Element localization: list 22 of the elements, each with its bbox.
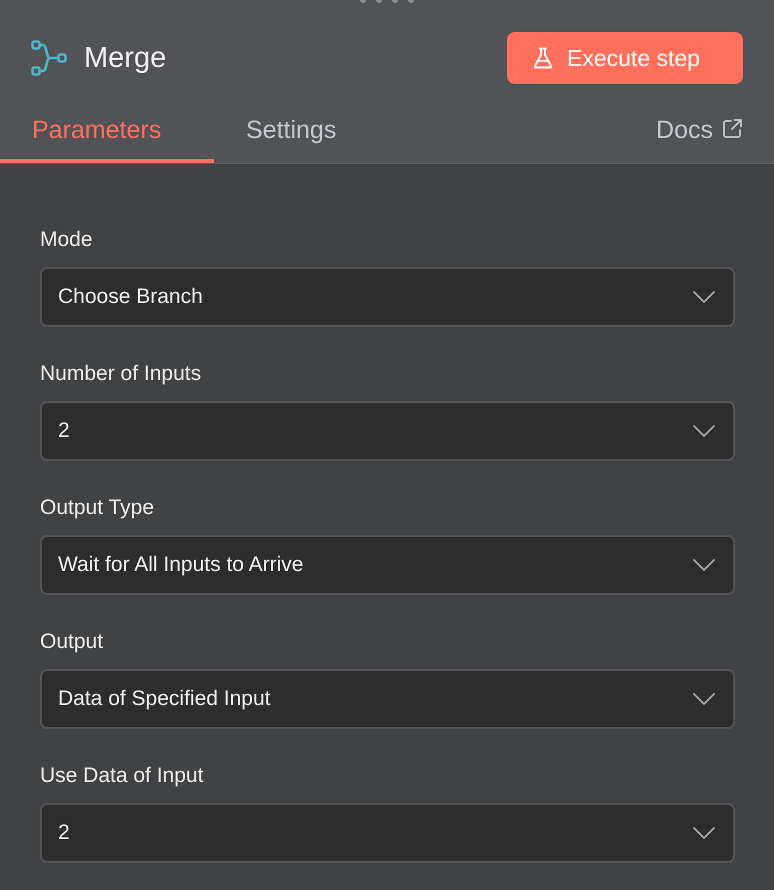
flask-icon bbox=[533, 47, 553, 69]
select-field[interactable]: Choose Branch bbox=[40, 267, 735, 327]
chevron-down-icon bbox=[693, 291, 715, 303]
field-label: Output bbox=[40, 629, 104, 655]
chevron-down-icon bbox=[693, 827, 715, 839]
select-field[interactable]: 2 bbox=[40, 401, 735, 461]
node-title: Merge bbox=[84, 42, 166, 74]
select-field[interactable]: Data of Specified Input bbox=[40, 669, 735, 729]
chevron-down-icon bbox=[693, 425, 715, 437]
tab[interactable]: Settings bbox=[214, 84, 368, 163]
select-field[interactable]: Wait for All Inputs to Arrive bbox=[40, 535, 735, 595]
field-label: Mode bbox=[40, 227, 93, 253]
field-label: Use Data of Input bbox=[40, 763, 204, 789]
chevron-down-icon bbox=[693, 693, 715, 705]
external-link-icon[interactable] bbox=[723, 119, 742, 138]
select-field[interactable]: 2 bbox=[40, 803, 735, 863]
field-label: Number of Inputs bbox=[40, 361, 202, 387]
docs-link[interactable]: Docs bbox=[656, 116, 713, 145]
chevron-down-icon bbox=[693, 559, 715, 571]
field-label: Output Type bbox=[40, 495, 154, 521]
merge-icon bbox=[31, 40, 67, 76]
drag-handle-icon[interactable] bbox=[359, 0, 415, 4]
